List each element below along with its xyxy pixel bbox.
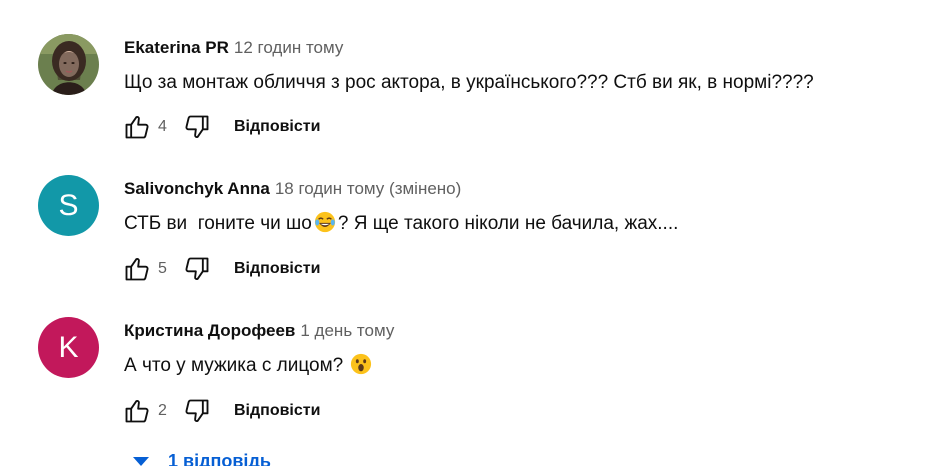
reply-button[interactable]: Відповісти: [234, 260, 320, 278]
replies-count-label: 1 відповідь: [168, 450, 271, 466]
comment-time[interactable]: 1 день тому: [300, 321, 394, 340]
comment-text: Що за монтаж обличчя з рос актора, в укр…: [124, 72, 814, 93]
comment-text-part: СТБ ви гоните чи шо: [124, 213, 312, 234]
like-count: 4: [158, 118, 167, 135]
comment-time[interactable]: 18 годин тому (змінено): [275, 179, 462, 198]
show-replies-button[interactable]: 1 відповідь: [132, 447, 271, 466]
avatar[interactable]: K: [38, 317, 99, 378]
like-button[interactable]: [120, 394, 154, 428]
comments-section: Ekaterina PR 12 годин тому Що за монтаж о…: [0, 0, 945, 466]
reply-button[interactable]: Відповісти: [234, 118, 320, 136]
thumbs-up-icon: [125, 399, 149, 423]
comment-body: Salivonchyk Anna 18 годин тому (змінено) …: [124, 177, 914, 237]
reply-button[interactable]: Відповісти: [234, 402, 320, 420]
comment-meta: Кристина Дорофеев 1 день тому: [124, 319, 914, 343]
comment-text-part: ? Я ще такого ніколи не бачила, жах....: [337, 213, 679, 234]
tears-of-joy-emoji-icon: [314, 211, 335, 233]
comment-body: Кристина Дорофеев 1 день тому А что у муж…: [124, 319, 914, 379]
avatar[interactable]: [38, 34, 99, 95]
comment-body: Ekaterina PR 12 годин тому Що за монтаж о…: [124, 36, 914, 96]
comment-text-part: А что у мужика с лицом?: [124, 355, 349, 376]
comment-text: А что у мужика с лицом?: [124, 353, 914, 379]
dislike-button[interactable]: [180, 394, 214, 428]
comment-text: СТБ ви гоните чи шо ? Я ще такого ніколи …: [124, 211, 914, 237]
comment-meta: Ekaterina PR 12 годин тому: [124, 36, 914, 60]
comment-author[interactable]: Salivonchyk Anna: [124, 179, 270, 198]
thumbs-down-icon: [185, 399, 209, 423]
like-count: 2: [158, 402, 167, 419]
avatar[interactable]: S: [38, 175, 99, 236]
like-count: 5: [158, 260, 167, 277]
dislike-button[interactable]: [180, 252, 214, 286]
like-button[interactable]: [120, 110, 154, 144]
thumbs-down-icon: [185, 257, 209, 281]
comment-time[interactable]: 12 годин тому: [234, 38, 344, 57]
comment-actions: 2 Відповісти: [120, 393, 880, 429]
avatar-letter: K: [58, 330, 79, 364]
astonished-emoji-icon: [351, 353, 372, 375]
comment-author[interactable]: Кристина Дорофеев: [124, 321, 295, 340]
comment-author[interactable]: Ekaterina PR: [124, 38, 229, 57]
thumbs-up-icon: [125, 115, 149, 139]
comment-actions: 4 Відповісти: [120, 109, 880, 145]
avatar-photo: [38, 34, 99, 95]
thumbs-down-icon: [185, 115, 209, 139]
comment-actions: 5 Відповісти: [120, 251, 880, 287]
avatar-letter: S: [58, 188, 79, 222]
comment-meta: Salivonchyk Anna 18 годин тому (змінено): [124, 177, 914, 201]
dislike-button[interactable]: [180, 110, 214, 144]
thumbs-up-icon: [125, 257, 149, 281]
caret-down-icon: [133, 457, 149, 466]
like-button[interactable]: [120, 252, 154, 286]
